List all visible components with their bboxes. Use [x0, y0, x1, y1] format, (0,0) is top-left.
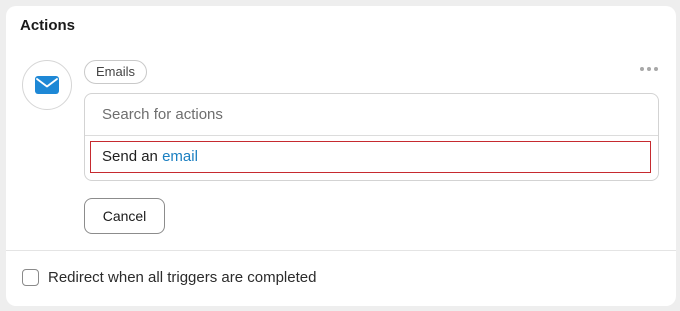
- option-prefix: Send an: [102, 148, 163, 165]
- envelope-icon: [35, 76, 59, 94]
- redirect-checkbox[interactable]: [22, 269, 39, 286]
- section-title: Actions: [20, 17, 76, 34]
- more-options-icon[interactable]: [640, 67, 658, 71]
- action-icon-circle: [22, 60, 72, 110]
- category-chip[interactable]: Emails: [84, 60, 148, 84]
- divider: [6, 250, 676, 251]
- action-dropdown: Send an email: [84, 93, 659, 181]
- actions-card: Actions Emails Send an email Cancel Redi…: [6, 6, 676, 306]
- redirect-option[interactable]: Redirect when all triggers are completed: [22, 269, 316, 286]
- redirect-label: Redirect when all triggers are completed: [48, 269, 317, 286]
- search-actions-input[interactable]: [85, 94, 658, 136]
- cancel-button[interactable]: Cancel: [84, 198, 165, 234]
- action-option-send-email[interactable]: Send an email: [90, 141, 651, 173]
- option-highlight: email: [162, 148, 198, 165]
